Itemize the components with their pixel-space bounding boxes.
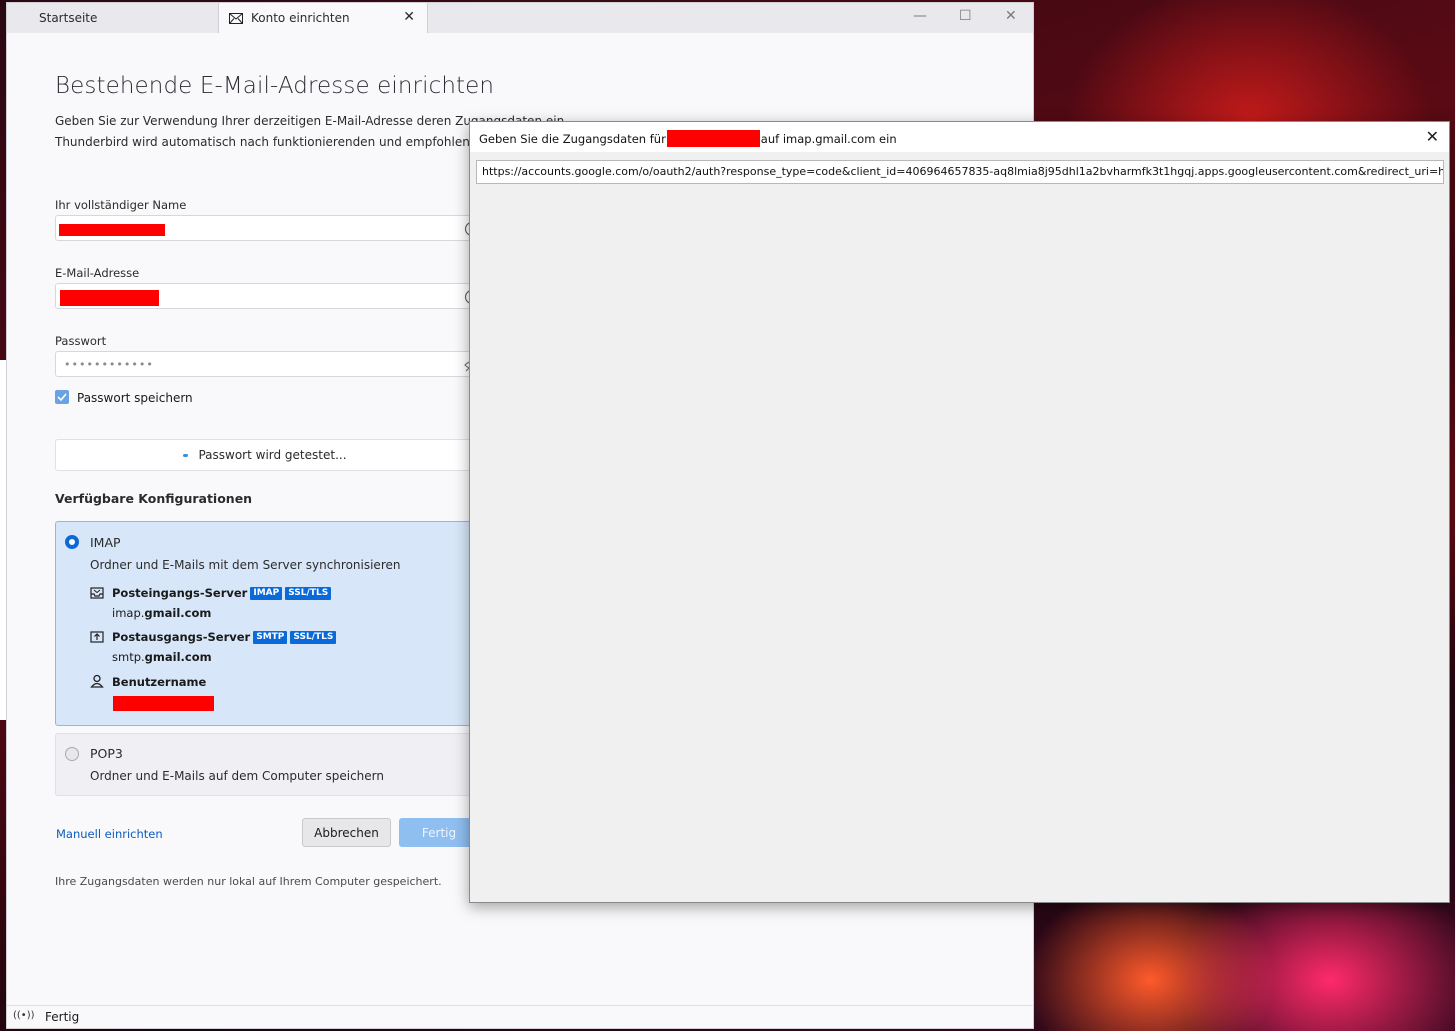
maximize-icon[interactable]: ☐ [959,8,972,24]
name-input[interactable] [55,215,480,241]
tab-close-icon[interactable]: ✕ [403,9,415,25]
dialog-title-suffix: auf imap.gmail.com ein [760,131,897,146]
tab-home[interactable]: Startseite [7,3,217,33]
imap-option-card[interactable]: IMAP Ordner und E-Mails mit dem Server s… [55,521,485,726]
checkmark-icon [57,393,67,402]
cancel-button[interactable]: Abbrechen [302,818,391,847]
outgoing-server-label: Postausgangs-Server [112,630,251,644]
email-label: E-Mail-Adresse [55,266,140,280]
badge-imap: IMAP [250,586,283,600]
dialog-close-icon[interactable]: ✕ [1426,127,1439,146]
pop3-title: POP3 [90,746,123,761]
badge-ssl-incoming: SSL/TLS [285,586,332,600]
password-label: Passwort [55,334,107,348]
email-input[interactable] [55,283,480,309]
badge-ssl-outgoing: SSL/TLS [290,630,337,644]
password-input[interactable]: •••••••••••• [55,351,480,377]
tab-bar: Startseite Konto einrichten ✕ — ☐ ✕ [7,3,1033,33]
imap-desc: Ordner und E-Mails mit dem Server synchr… [90,558,401,572]
dialog-title-prefix: Geben Sie die Zugangsdaten für [479,131,666,146]
done-button[interactable]: Fertig [399,818,479,847]
oauth-url-field[interactable]: https://accounts.google.com/o/oauth2/aut… [476,160,1444,184]
configs-heading: Verfügbare Konfigurationen [55,491,253,506]
password-testing-label: Passwort wird getestet... [198,448,347,462]
user-icon [90,674,104,688]
oauth-dialog: Geben Sie die Zugangsdaten für auf imap.… [469,121,1450,903]
pop3-option-card[interactable]: POP3 Ordner und E-Mails auf dem Computer… [55,733,485,796]
tab-account-setup[interactable]: Konto einrichten ✕ [218,3,428,33]
window-close-icon[interactable]: ✕ [1005,8,1017,24]
pop3-radio[interactable] [65,747,79,761]
tab-home-label: Startseite [39,11,98,25]
outgoing-host: smtp.gmail.com [112,650,212,664]
tab-account-setup-label: Konto einrichten [251,11,350,25]
inbox-icon [90,587,104,599]
spinner-icon [183,453,189,457]
dialog-title: Geben Sie die Zugangsdaten für auf imap.… [479,130,897,147]
manual-setup-link[interactable]: Manuell einrichten [56,827,163,841]
imap-radio[interactable] [65,535,79,549]
incoming-host: imap.gmail.com [112,606,212,620]
page-title: Bestehende E-Mail-Adresse einrichten [55,73,495,99]
redacted-account [666,130,760,147]
remember-password-label[interactable]: Passwort speichern [77,391,193,405]
minimize-icon[interactable]: — [913,8,927,24]
redacted-email [60,290,159,306]
badge-smtp: SMTP [253,630,288,644]
activity-icon[interactable]: ((•)) [13,1010,35,1021]
password-mask: •••••••••••• [64,358,154,371]
status-text: Fertig [45,1010,80,1024]
username-label: Benutzername [112,675,207,689]
outgoing-server: Postausgangs-Server SMTP SSL/TLS [112,630,337,644]
outbox-icon [90,631,104,643]
dialog-titlebar: Geben Sie die Zugangsdaten für auf imap.… [470,122,1449,152]
remember-password-checkbox[interactable] [55,390,69,404]
incoming-server: Posteingangs-Server IMAP SSL/TLS [112,586,332,600]
mail-setup-icon [229,12,243,24]
privacy-footnote: Ihre Zugangsdaten werden nur lokal auf I… [55,875,442,888]
redacted-username [113,696,214,711]
pop3-desc: Ordner und E-Mails auf dem Computer spei… [90,769,384,783]
redacted-name [59,224,165,236]
imap-title: IMAP [90,535,121,550]
status-bar: ((•)) Fertig [7,1005,1033,1028]
name-label: Ihr vollständiger Name [55,198,187,212]
incoming-server-label: Posteingangs-Server [112,586,248,600]
password-testing-button[interactable]: Passwort wird getestet... [55,439,475,471]
